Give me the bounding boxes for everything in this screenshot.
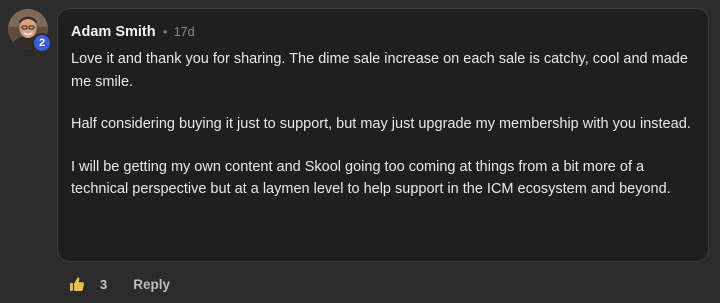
comment-actions: 3 Reply	[69, 273, 170, 295]
level-badge: 2	[32, 33, 52, 53]
comment-paragraph: I will be getting my own content and Sko…	[71, 158, 671, 198]
comment-meta: Adam Smith • 17d	[71, 22, 694, 42]
comment-paragraph: Love it and thank you for sharing. The d…	[71, 51, 688, 90]
meta-separator: •	[163, 25, 168, 39]
author-avatar-wrapper[interactable]: 2	[8, 9, 52, 53]
thumbs-up-icon	[70, 277, 84, 291]
comment-paragraph: Half considering buying it just to suppo…	[71, 116, 691, 132]
like-count: 3	[100, 276, 108, 292]
reply-button[interactable]: Reply	[133, 277, 170, 292]
comment-body: Love it and thank you for sharing. The d…	[71, 48, 694, 201]
comment: 2 Adam Smith • 17d Love it and thank you…	[0, 0, 720, 303]
comment-bubble: Adam Smith • 17d Love it and thank you f…	[57, 8, 709, 262]
like-button[interactable]: 3	[69, 276, 107, 292]
author-name[interactable]: Adam Smith	[71, 24, 156, 40]
comment-timestamp[interactable]: 17d	[174, 25, 195, 39]
